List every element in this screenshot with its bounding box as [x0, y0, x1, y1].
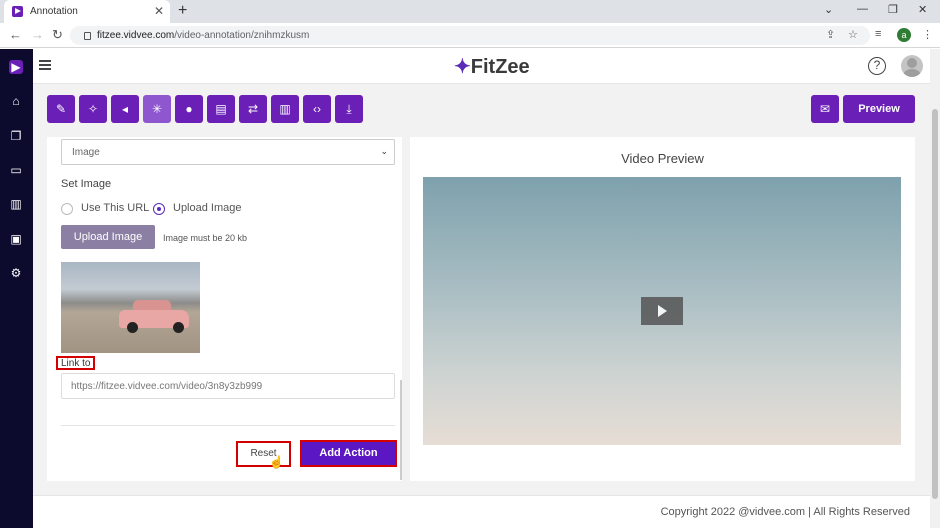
- action-form-panel: Image ⌄ Set Image Use This URL Upload Im…: [47, 137, 402, 481]
- chevron-down-icon: ⌄: [380, 146, 388, 156]
- logo-text: FitZee: [470, 56, 530, 78]
- url-bar[interactable]: fitzee.vidvee.com /video-annotation/znih…: [70, 26, 870, 45]
- radio-upload-image[interactable]: [153, 203, 165, 215]
- browser-tab-bar: Annotation ✕ + ⌄ — ❐ ✕: [0, 0, 940, 23]
- lock-icon: [84, 31, 91, 40]
- fitzee-logo[interactable]: ✦FitZee: [454, 54, 530, 79]
- footer: Copyright 2022 @vidvee.com | All Rights …: [33, 495, 930, 528]
- user-avatar[interactable]: [901, 55, 923, 77]
- new-tab-icon[interactable]: +: [178, 2, 187, 20]
- url-host: fitzee.vidvee.com: [97, 30, 175, 41]
- link-to-label: Link to: [56, 356, 96, 370]
- forward-arrow-icon[interactable]: →: [31, 27, 44, 42]
- vidvee-favicon-icon: [12, 6, 23, 17]
- set-image-label: Set Image: [61, 178, 112, 190]
- radio-use-url-label: Use This URL: [81, 202, 150, 214]
- main-content: ✎ ✧ ◂ ✳ ● ▤ ⇄ ▥ ‹› ⤓ ✉ Preview Image ⌄ S…: [33, 84, 930, 495]
- address-bar-row: ← → ↻ fitzee.vidvee.com /video-annotatio…: [0, 23, 940, 48]
- video-player[interactable]: [423, 177, 901, 445]
- analytics-icon[interactable]: ▥: [9, 197, 23, 211]
- action-type-select[interactable]: Image ⌄: [61, 139, 395, 165]
- browser-tab[interactable]: Annotation ✕: [4, 0, 170, 23]
- hamburger-menu-icon[interactable]: [39, 60, 51, 70]
- preview-button[interactable]: Preview: [843, 95, 915, 123]
- download-tool-button[interactable]: ⤓: [335, 95, 363, 123]
- app-sidebar: ▶ ⌂ ❐ ▭ ▥ ▣ ⚙: [0, 49, 33, 528]
- help-icon[interactable]: ?: [868, 57, 886, 75]
- radio-upload-image-label: Upload Image: [173, 202, 242, 214]
- hotspot-tool-button[interactable]: ✳: [143, 95, 171, 123]
- copy-icon[interactable]: ❐: [9, 129, 23, 143]
- chart-tool-button[interactable]: ▥: [271, 95, 299, 123]
- vidvee-logo-icon[interactable]: ▶: [9, 60, 23, 74]
- video-camera-icon[interactable]: ▣: [9, 232, 23, 246]
- url-path: /video-annotation/znihmzkusm: [174, 30, 310, 41]
- scrollbar-thumb[interactable]: [932, 109, 938, 499]
- radio-use-url[interactable]: [61, 203, 73, 215]
- uploaded-image-thumbnail: [61, 262, 200, 353]
- restore-icon[interactable]: ❐: [888, 3, 898, 16]
- upload-image-button[interactable]: Upload Image: [61, 225, 155, 249]
- edit-tool-button[interactable]: ✎: [47, 95, 75, 123]
- envelope-icon: ✉: [819, 102, 831, 116]
- document-tool-button[interactable]: ▤: [207, 95, 235, 123]
- reload-icon[interactable]: ↻: [52, 27, 63, 43]
- megaphone-tool-button[interactable]: ◂: [111, 95, 139, 123]
- user-tool-button[interactable]: ●: [175, 95, 203, 123]
- close-tab-icon[interactable]: ✕: [154, 4, 164, 18]
- divider: [61, 425, 395, 426]
- home-icon[interactable]: ⌂: [9, 94, 23, 108]
- upload-size-hint: Image must be 20 kb: [163, 233, 248, 243]
- more-menu-icon[interactable]: ⋮: [922, 28, 933, 41]
- swap-tool-button[interactable]: ⇄: [239, 95, 267, 123]
- code-tool-button[interactable]: ‹›: [303, 95, 331, 123]
- panel-scrollbar[interactable]: [400, 380, 402, 480]
- hand-cursor-icon: ☝: [269, 455, 284, 469]
- close-window-icon[interactable]: ✕: [918, 3, 927, 16]
- film-icon[interactable]: ▭: [9, 163, 23, 177]
- minimize-icon[interactable]: —: [857, 3, 868, 15]
- back-arrow-icon[interactable]: ←: [9, 27, 22, 42]
- select-value: Image: [72, 147, 100, 158]
- video-preview-title: Video Preview: [621, 151, 704, 166]
- fingerprint-tool-button[interactable]: ✧: [79, 95, 107, 123]
- link-url-input[interactable]: https://fitzee.vidvee.com/video/3n8y3zb9…: [61, 373, 395, 399]
- tab-title: Annotation: [30, 6, 78, 17]
- page-scrollbar[interactable]: [930, 49, 940, 528]
- settings-gear-icon[interactable]: ⚙: [9, 266, 23, 280]
- play-icon[interactable]: [641, 297, 683, 325]
- reading-list-icon[interactable]: ≡: [875, 28, 881, 40]
- mail-button[interactable]: ✉: [811, 95, 839, 123]
- app-header: ✦FitZee ?: [33, 49, 930, 84]
- profile-avatar[interactable]: a: [897, 28, 911, 42]
- bookmark-star-icon[interactable]: ☆: [848, 28, 858, 41]
- add-action-button[interactable]: Add Action: [300, 440, 397, 467]
- share-icon[interactable]: ⇪: [826, 28, 835, 41]
- copyright-text: Copyright 2022 @vidvee.com | All Rights …: [660, 506, 910, 518]
- video-preview-panel: Video Preview: [410, 137, 915, 481]
- chevron-down-icon[interactable]: ⌄: [824, 3, 833, 16]
